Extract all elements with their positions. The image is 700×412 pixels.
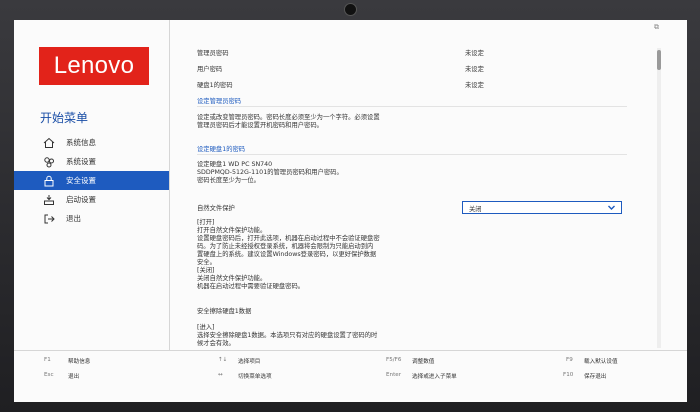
sidebar-item-system-info[interactable]: 系统信息 [14,133,169,152]
open-desc-line: 置硬盘上的系统。建议设置Windows登录密码，以更好保护数据 [197,251,377,258]
menu-title: 开始菜单 [40,111,89,125]
boot-icon [42,193,56,207]
sidebar-item-exit[interactable]: 退出 [14,209,169,228]
hotkey-f10-label: 保存退出 [584,374,607,380]
sidebar-item-label: 系统信息 [66,138,96,147]
disk-password-value: 未设定 [465,82,484,89]
set-admin-desc-line: 管理员密码后才能设置开机密码和用户密码。 [197,122,323,129]
enter-desc-line: 候才会有效。 [197,340,235,347]
divider [197,106,627,107]
settings-content: 管理员密码 未设定 用户密码 未设定 硬盘1的密码 未设定 设定管理员密码 设定… [169,20,659,350]
close-desc-line: 机器在启动过程中需要验证硬盘密码。 [197,283,305,290]
hotkey-f10: F10 [563,372,574,378]
hotkey-updown-label: 选择项目 [238,359,261,365]
disk-password-label: 硬盘1的密码 [197,82,233,89]
hotkey-leftright: ↔ [218,372,223,378]
set-disk-password-link[interactable]: 设定硬盘1的密码 [197,144,245,153]
hotkey-updown: ↑↓ [218,357,228,363]
hotkey-f1: F1 [44,357,51,363]
hotkey-f9: F9 [566,357,573,363]
lock-icon [42,174,56,188]
scrollbar-track[interactable] [657,48,661,348]
lenovo-logo: Lenovo [39,47,149,85]
sidebar-item-label: 系统设置 [66,157,96,166]
scrollbar-thumb[interactable] [657,50,661,70]
sidebar: Lenovo 开始菜单 系统信息 系统设置 安全设置 启动设置 退出 [14,20,170,350]
hotkey-f5f6-label: 调整数值 [412,359,435,365]
admin-password-label: 管理员密码 [197,50,229,57]
user-password-label: 用户密码 [197,66,223,73]
sidebar-item-boot-settings[interactable]: 启动设置 [14,190,169,209]
hotkey-enter: Enter [386,372,402,378]
user-password-value: 未设定 [465,66,484,73]
hotkey-esc-label: 退出 [68,374,80,380]
set-admin-password-link[interactable]: 设定管理员密码 [197,96,241,105]
sidebar-item-system-settings[interactable]: 系统设置 [14,152,169,171]
hotkey-f9-label: 载入默认设值 [584,359,618,365]
sidebar-item-label: 安全设置 [66,176,96,185]
webcam-icon [344,3,357,16]
hotkey-f1-label: 帮助信息 [68,359,91,365]
hotkey-enter-label: 选择或进入子菜单 [412,374,457,380]
set-disk-desc-line: 密码长度至少为一位。 [197,177,260,184]
admin-password-value: 未设定 [465,50,484,57]
sidebar-item-label: 启动设置 [66,195,96,204]
home-icon [42,136,56,150]
sidebar-item-security-settings[interactable]: 安全设置 [14,171,169,190]
bios-screen: ⧉ Lenovo 开始菜单 系统信息 系统设置 安全设置 启动设置 退出 管理员… [14,20,687,402]
exit-icon [42,212,56,226]
auto-protect-select[interactable]: 关闭 [462,201,622,214]
sidebar-item-label: 退出 [66,214,81,223]
hotkey-footer: F1 帮助信息 Esc 退出 ↑↓ 选择项目 ↔ 切换菜单选项 F5/F6 调整… [14,350,687,402]
divider [197,154,627,155]
auto-protect-value: 关闭 [469,206,482,213]
auto-protect-label: 自然文件保护 [197,205,235,212]
secure-erase-label[interactable]: 安全擦除硬盘1数据 [197,306,251,315]
gear-icon [42,155,56,169]
hotkey-esc: Esc [44,372,54,378]
chevron-down-icon [607,203,616,214]
hotkey-f5f6: F5/F6 [386,357,402,363]
hotkey-leftright-label: 切换菜单选项 [238,374,272,380]
